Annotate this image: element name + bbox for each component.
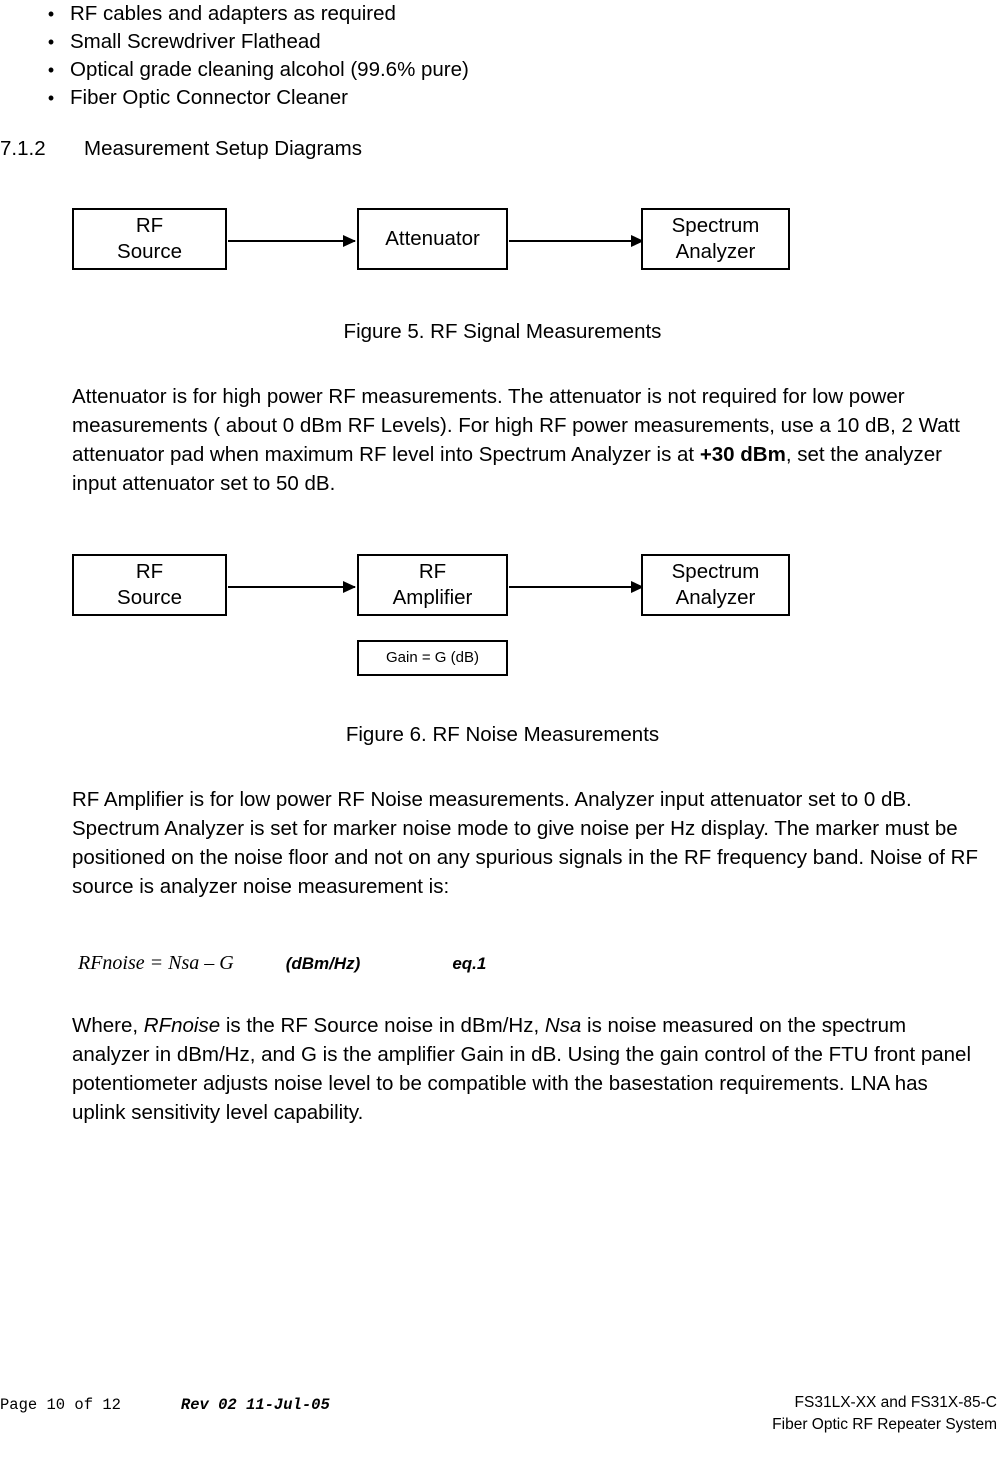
product-system-label: Fiber Optic RF Repeater System	[772, 1416, 997, 1433]
paragraph-attenuator: Attenuator is for high power RF measurem…	[72, 382, 985, 498]
paragraph-text-p1: Where,	[72, 1014, 144, 1037]
document-page: • RF cables and adapters as required • S…	[0, 0, 1005, 1457]
box-label-line1: RF	[135, 214, 164, 237]
figure5-caption: Figure 5. RF Signal Measurements	[343, 320, 662, 343]
figure5-box-attenuator: Attenuator	[357, 208, 508, 270]
paragraph-bold-value: +30 dBm	[699, 443, 786, 466]
figure6-box-rf-source: RF Source	[72, 554, 227, 616]
figure6-box-spectrum-analyzer: Spectrum Analyzer	[641, 554, 790, 616]
equation-number: eq.1	[452, 954, 487, 973]
page-number: Page 10 of 12	[0, 1396, 121, 1414]
equation-1: RFnoise = Nsa – G (dBm/Hz) eq.1	[78, 952, 486, 975]
figure5-box-spectrum-analyzer: Spectrum Analyzer	[641, 208, 790, 270]
paragraph-text-p2: is the RF Source noise in dBm/Hz,	[220, 1014, 545, 1037]
figure5-arrow-2	[509, 235, 644, 247]
box-label-line2: Source	[117, 586, 182, 609]
box-label-line1: Spectrum	[671, 560, 760, 583]
box-label-line1: Spectrum	[671, 214, 760, 237]
figure6-caption: Figure 6. RF Noise Measurements	[345, 723, 660, 746]
figure5-arrow-1	[228, 235, 356, 247]
product-model-label: FS31LX-XX and FS31X-85-C	[794, 1394, 997, 1411]
paragraph-rf-amplifier: RF Amplifier is for low power RF Noise m…	[72, 788, 978, 898]
paragraph-where-definitions: Where, RFnoise is the RF Source noise in…	[72, 1011, 985, 1127]
figure6-box-rf-amplifier: RF Amplifier	[357, 554, 508, 616]
box-label-line2: Analyzer	[675, 240, 756, 263]
box-label-line1: RF	[135, 560, 164, 583]
figure5-diagram: RF Source Attenuator Spectrum Analyzer	[0, 0, 1005, 300]
revision-label: Rev 02 11-Jul-05	[180, 1396, 330, 1414]
box-label-line2: Analyzer	[675, 586, 756, 609]
figure6-diagram: RF Source RF Amplifier Spectrum Analyzer…	[0, 520, 1005, 690]
box-label-line1: Attenuator	[385, 227, 480, 250]
box-label-line2: Source	[117, 240, 182, 263]
equation-expression: RFnoise = Nsa – G	[78, 952, 234, 974]
term-nsa: Nsa	[544, 1014, 582, 1037]
term-rfnoise: RFnoise	[143, 1014, 221, 1037]
footer-right: FS31LX-XX and FS31X-85-C Fiber Optic RF …	[772, 1392, 997, 1436]
figure6-arrow-2	[509, 581, 644, 593]
equation-unit: (dBm/Hz)	[285, 954, 361, 973]
box-label-line1: RF	[418, 560, 447, 583]
footer-left: Page 10 of 12 Rev 02 11-Jul-05	[0, 1396, 330, 1414]
figure6-box-gain: Gain = G (dB)	[357, 640, 508, 676]
figure5-box-rf-source: RF Source	[72, 208, 227, 270]
gain-label: Gain = G (dB)	[386, 649, 479, 666]
box-label-line2: Amplifier	[392, 586, 473, 609]
figure6-arrow-1	[228, 581, 356, 593]
